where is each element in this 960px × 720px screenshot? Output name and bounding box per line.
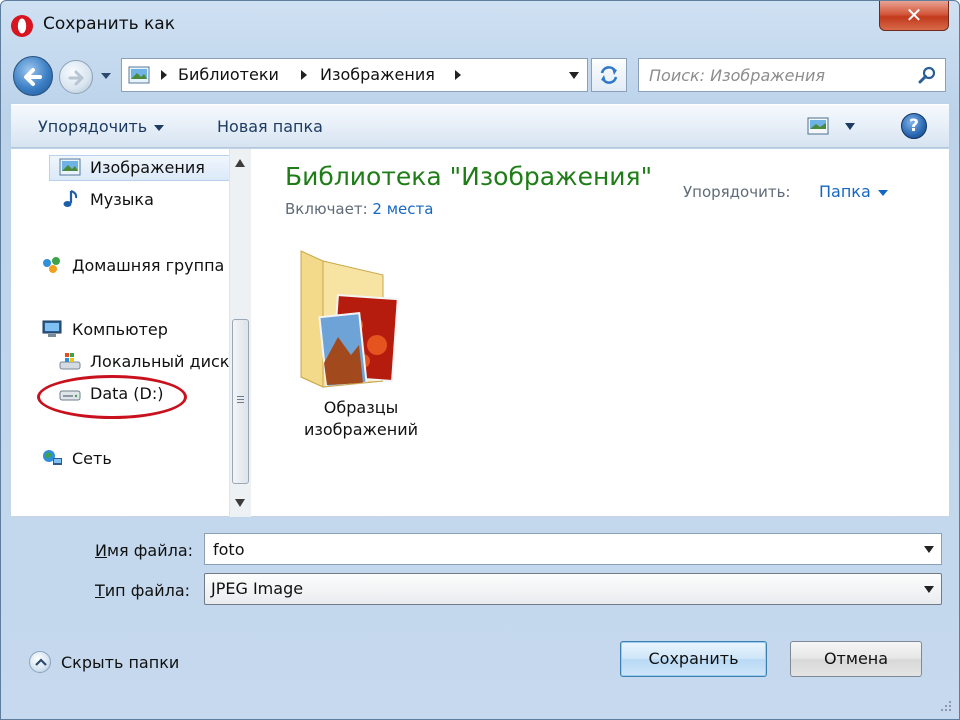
- scroll-down-icon[interactable]: [235, 499, 245, 507]
- music-icon: [63, 190, 78, 207]
- help-button[interactable]: ?: [901, 113, 927, 139]
- resize-grip-icon[interactable]: [939, 699, 953, 713]
- navigation-scrollbar[interactable]: [229, 149, 251, 517]
- back-button[interactable]: [13, 56, 53, 96]
- content-area: Изображения Музыка Домашняя группа Компь…: [11, 149, 949, 517]
- nav-item-label: Сеть: [72, 449, 112, 468]
- refresh-button[interactable]: [591, 58, 627, 92]
- filetype-label-accelerator: Т: [95, 581, 105, 600]
- search-icon[interactable]: [917, 65, 937, 85]
- filetype-select[interactable]: JPEG Image: [204, 573, 942, 605]
- filename-label: Имя файла:: [95, 541, 193, 560]
- nav-item-label: Изображения: [90, 158, 205, 177]
- refresh-icon: [600, 66, 618, 84]
- filename-input[interactable]: [211, 538, 911, 560]
- address-bar[interactable]: Библиотеки Изображения: [121, 58, 588, 92]
- arrow-left-icon: [24, 68, 42, 86]
- grip-line: [237, 396, 244, 397]
- filename-label-accelerator: И: [95, 541, 107, 560]
- scrollbar-thumb[interactable]: [232, 319, 249, 484]
- chevron-down-icon[interactable]: [924, 546, 934, 553]
- nav-item-label: Локальный диск: [90, 352, 229, 371]
- hide-folders-label: Скрыть папки: [61, 653, 180, 672]
- scroll-up-icon[interactable]: [235, 159, 245, 167]
- annotation-highlight-oval: [37, 375, 187, 419]
- breadcrumb-separator-icon[interactable]: [454, 70, 462, 80]
- nav-item-label: Домашняя группа: [72, 256, 225, 275]
- breadcrumb-libraries[interactable]: Библиотеки: [178, 65, 279, 84]
- includes-locations-link[interactable]: 2 места: [372, 200, 433, 218]
- arrange-by-dropdown[interactable]: Папка: [819, 182, 888, 201]
- nav-item-label: Компьютер: [72, 320, 168, 339]
- search-box[interactable]: [638, 58, 946, 92]
- folder-item-label: Образцы изображений: [303, 398, 419, 439]
- filename-label-text: мя файла:: [106, 541, 194, 560]
- pictures-icon: [59, 158, 81, 176]
- network-icon: [43, 450, 62, 465]
- library-includes: Включает: 2 места: [285, 200, 433, 218]
- filename-combobox[interactable]: [204, 533, 942, 565]
- recent-locations-chevron-down-icon[interactable]: [99, 69, 113, 83]
- chevron-down-icon: [877, 189, 888, 196]
- window-title: Сохранить как: [43, 14, 175, 34]
- chevron-down-icon[interactable]: [924, 586, 934, 593]
- close-button[interactable]: ✕: [879, 1, 949, 31]
- pictures-library-icon: [128, 66, 150, 84]
- file-list-pane: Библиотека "Изображения" Включает: 2 мес…: [253, 149, 949, 517]
- chevron-down-icon[interactable]: [569, 72, 579, 79]
- opera-logo-icon: [11, 15, 33, 37]
- breadcrumb-pictures[interactable]: Изображения: [320, 65, 435, 84]
- grip-line: [237, 399, 244, 400]
- forward-button[interactable]: [59, 60, 93, 94]
- nav-item-label: Музыка: [90, 190, 154, 209]
- computer-icon: [42, 320, 62, 337]
- chevron-down-icon: [154, 124, 165, 131]
- pictures-folder-icon: [300, 250, 399, 388]
- arrange-by-label: Упорядочить:: [683, 183, 791, 201]
- title-bar[interactable]: Сохранить как ✕: [1, 1, 959, 47]
- search-input[interactable]: [647, 64, 907, 86]
- filetype-label: Тип файла:: [95, 581, 190, 600]
- library-title: Библиотека "Изображения": [285, 162, 653, 191]
- local-disk-icon: [59, 353, 81, 370]
- organize-label: Упорядочить: [38, 117, 148, 136]
- breadcrumb-separator-icon[interactable]: [300, 70, 308, 80]
- view-options-chevron-down-icon[interactable]: [845, 123, 855, 130]
- filetype-value: JPEG Image: [211, 579, 304, 598]
- new-folder-button[interactable]: Новая папка: [217, 117, 323, 136]
- folder-item-sample-pictures[interactable]: Образцы изображений: [293, 245, 433, 445]
- organize-button[interactable]: Упорядочить: [38, 117, 165, 136]
- filetype-label-text: ип файла:: [104, 581, 191, 600]
- save-as-dialog: Сохранить как ✕ Библиотеки Изображения П…: [0, 0, 960, 720]
- breadcrumb-separator-icon[interactable]: [160, 70, 168, 80]
- change-view-icon[interactable]: [807, 117, 829, 135]
- homegroup-icon: [43, 257, 60, 273]
- includes-label: Включает:: [285, 200, 368, 218]
- command-toolbar: Упорядочить Новая папка ?: [11, 104, 949, 148]
- arrow-right-icon: [68, 70, 84, 86]
- grip-line: [237, 402, 244, 403]
- navigation-pane: Изображения Музыка Домашняя группа Компь…: [11, 149, 229, 517]
- arrange-by-value: Папка: [819, 182, 871, 201]
- save-button[interactable]: Сохранить: [620, 641, 767, 677]
- collapse-up-icon: [29, 651, 51, 673]
- cancel-button[interactable]: Отмена: [790, 641, 922, 677]
